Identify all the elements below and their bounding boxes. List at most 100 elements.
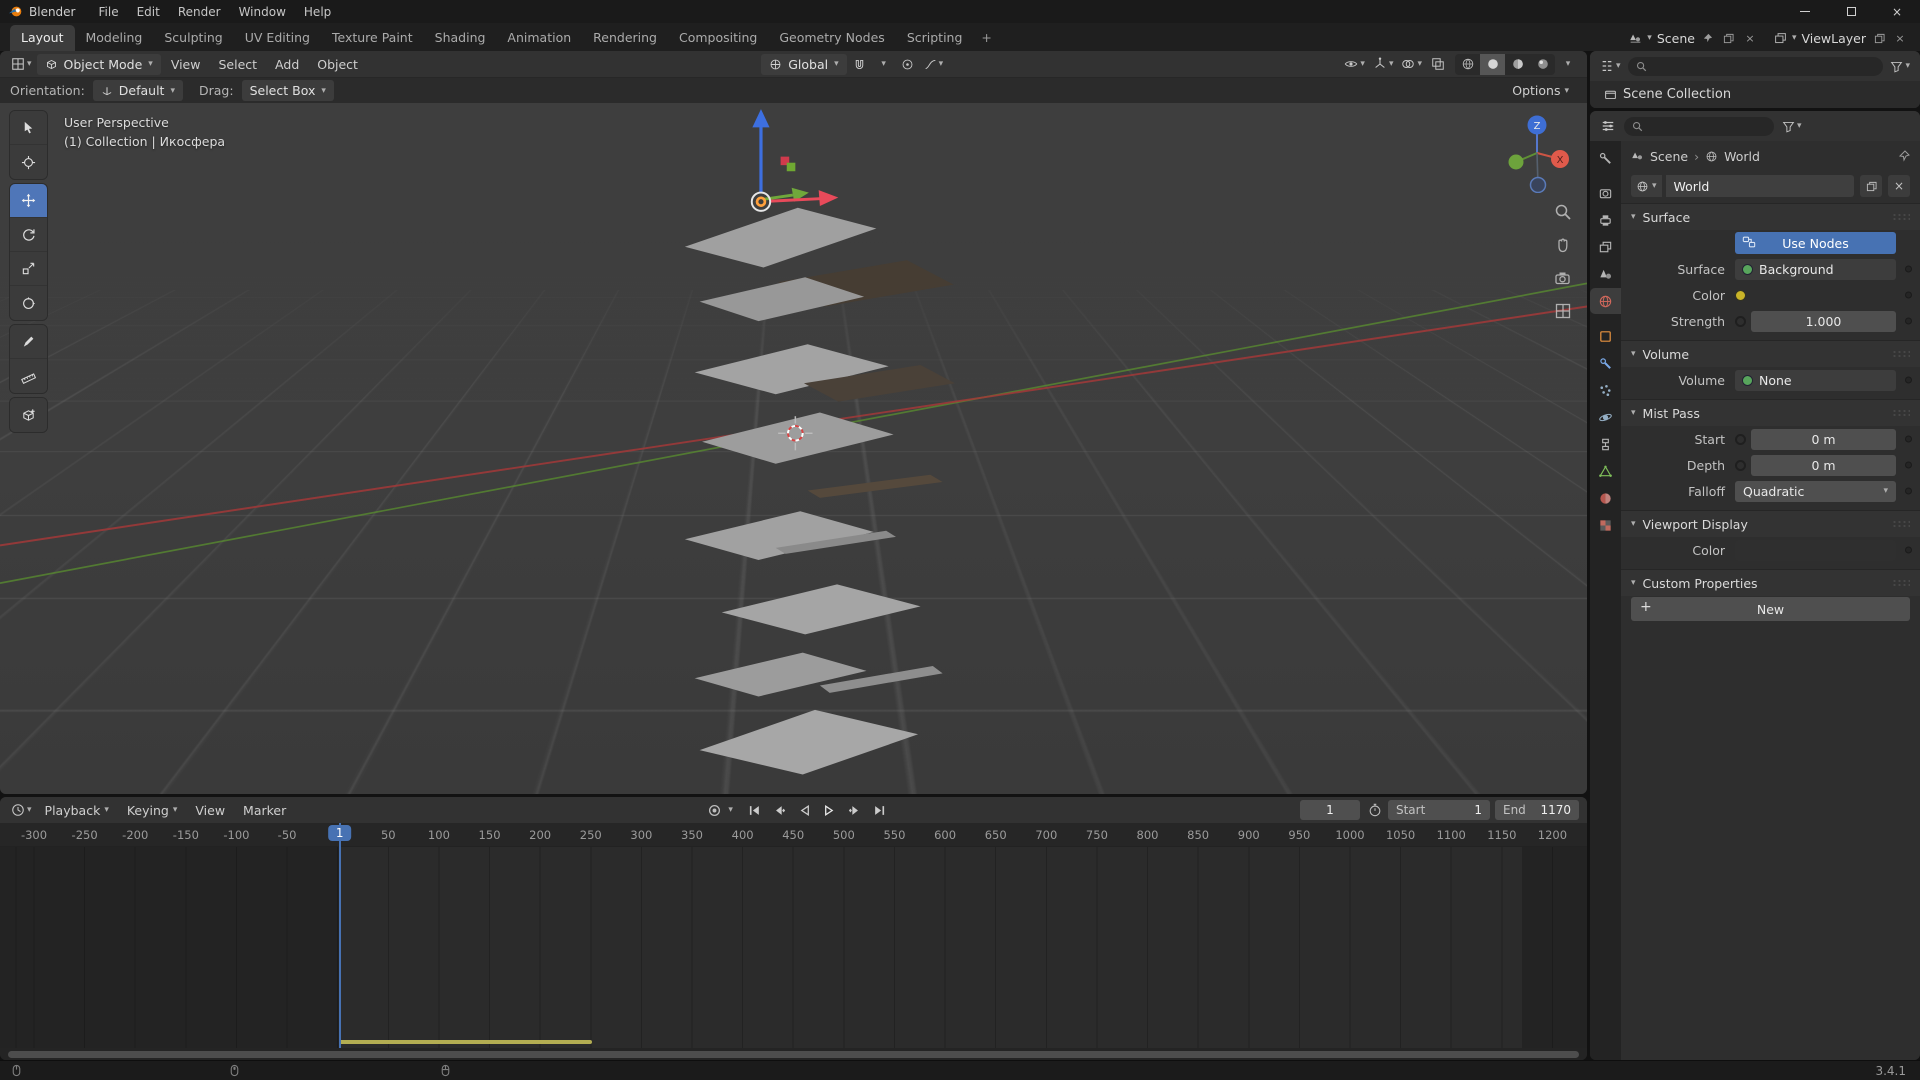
frame-end-field[interactable]: End1170 xyxy=(1495,800,1579,820)
maximize-button[interactable] xyxy=(1828,0,1874,23)
properties-tab-tool[interactable] xyxy=(1590,145,1621,171)
drag-setting-dropdown[interactable]: Select Box ▾ xyxy=(242,80,334,101)
editor-type-button[interactable] xyxy=(1597,116,1619,137)
viewport-canvas[interactable]: User Perspective (1) Collection | Икосфе… xyxy=(0,103,1587,794)
properties-tab-object-data[interactable] xyxy=(1590,458,1621,484)
volume-panel-header[interactable]: ▾ Volume xyxy=(1621,341,1920,367)
remove-view-layer-button[interactable]: × xyxy=(1892,30,1908,46)
timeline-menu-item[interactable]: Playback▾ xyxy=(37,800,117,821)
ortho-grid-icon[interactable] xyxy=(1554,302,1572,320)
add-custom-property-button[interactable]: + New xyxy=(1631,597,1910,621)
properties-tab-output[interactable] xyxy=(1590,207,1621,233)
camera-view-icon[interactable] xyxy=(1554,269,1572,287)
tool-transform[interactable] xyxy=(10,286,47,320)
workspace-tab[interactable]: Compositing xyxy=(668,25,768,51)
plane-object[interactable] xyxy=(685,511,874,560)
browse-world-button[interactable]: ▾ xyxy=(1631,175,1662,197)
plane-object[interactable] xyxy=(685,208,876,268)
properties-tab-scene[interactable] xyxy=(1590,261,1621,287)
workspace-tab[interactable]: Sculpting xyxy=(153,25,233,51)
workspace-tab[interactable]: Shading xyxy=(424,25,497,51)
play-reverse-button[interactable] xyxy=(794,800,816,820)
viewport-menu-item[interactable]: Select xyxy=(210,54,265,75)
frame-start-field[interactable]: Start1 xyxy=(1388,800,1490,820)
tool-annotate[interactable] xyxy=(10,325,47,359)
shading-wireframe-button[interactable] xyxy=(1455,54,1480,75)
use-nodes-button[interactable]: Use Nodes xyxy=(1735,232,1896,254)
editor-type-button[interactable]: ▾ xyxy=(8,800,35,821)
gizmos-dropdown[interactable]: ▾ xyxy=(1370,54,1397,75)
prev-keyframe-button[interactable] xyxy=(769,800,791,820)
timeline-menu-item[interactable]: Marker xyxy=(235,800,294,821)
breadcrumb-scene[interactable]: Scene xyxy=(1650,149,1688,164)
next-keyframe-button[interactable] xyxy=(844,800,866,820)
mode-dropdown[interactable]: Object Mode ▾ xyxy=(37,54,161,75)
pin-scene-button[interactable] xyxy=(1700,30,1716,46)
breadcrumb-world[interactable]: World xyxy=(1724,149,1760,164)
editor-type-button[interactable]: ▾ xyxy=(1597,56,1624,77)
world-name-field[interactable]: World xyxy=(1666,175,1854,197)
volume-shader-field[interactable]: None xyxy=(1735,370,1896,391)
tool-select-box[interactable] xyxy=(10,111,47,145)
workspace-tab[interactable]: Geometry Nodes xyxy=(768,25,895,51)
xray-toggle[interactable] xyxy=(1427,54,1449,75)
current-frame-field[interactable]: 1 xyxy=(1300,800,1360,820)
delete-scene-button[interactable]: × xyxy=(1742,30,1758,46)
animate-property-dot[interactable] xyxy=(1905,462,1912,469)
auto-keying-toggle[interactable] xyxy=(703,800,725,820)
viewport-menu-item[interactable]: Add xyxy=(267,54,307,75)
playhead[interactable]: 1 xyxy=(339,823,341,1048)
add-workspace-button[interactable]: + xyxy=(973,25,999,51)
snap-dropdown[interactable]: ▾ xyxy=(873,54,895,75)
mist-depth-field[interactable]: 0 m xyxy=(1751,455,1896,476)
proportional-editing-toggle[interactable] xyxy=(897,54,919,75)
animate-property-dot[interactable] xyxy=(1905,292,1912,299)
snap-toggle[interactable] xyxy=(849,54,871,75)
plane-object[interactable] xyxy=(722,584,921,634)
properties-tab-texture[interactable] xyxy=(1590,512,1621,538)
gizmo-x-arrowhead[interactable] xyxy=(819,190,839,206)
menubar-item[interactable]: Edit xyxy=(128,2,169,22)
timeline-dopesheet[interactable] xyxy=(0,847,1587,1048)
properties-search-input[interactable] xyxy=(1624,117,1774,136)
transform-orientation-dropdown[interactable]: Global ▾ xyxy=(761,54,846,75)
animate-property-dot[interactable] xyxy=(1905,488,1912,495)
unlink-world-button[interactable]: × xyxy=(1888,175,1910,197)
properties-tab-object[interactable] xyxy=(1590,323,1621,349)
gizmo-minus-z-dot[interactable] xyxy=(1531,178,1546,193)
menubar-item[interactable]: Window xyxy=(230,2,295,22)
gizmo-x-arrow[interactable] xyxy=(771,199,820,201)
overlays-dropdown[interactable]: ▾ xyxy=(1398,54,1425,75)
viewport-display-panel-header[interactable]: ▾ Viewport Display xyxy=(1621,511,1920,537)
orientation-setting-dropdown[interactable]: Default ▾ xyxy=(93,80,183,101)
tool-add-cube[interactable] xyxy=(10,398,47,432)
gizmo-y-axis-dot[interactable] xyxy=(1509,155,1524,170)
shading-dropdown[interactable]: ▾ xyxy=(1557,54,1579,75)
viewport-menu-item[interactable]: View xyxy=(163,54,209,75)
keyframe-range-strip[interactable] xyxy=(339,1040,592,1044)
workspace-tab[interactable]: Texture Paint xyxy=(321,25,424,51)
close-button[interactable]: × xyxy=(1874,0,1920,23)
play-button[interactable] xyxy=(819,800,841,820)
navigation-gizmo[interactable]: Z X xyxy=(1495,109,1579,193)
gizmo-plane-handle-y[interactable] xyxy=(787,163,796,172)
proportional-falloff-dropdown[interactable]: ▾ xyxy=(921,54,947,75)
properties-filter-button[interactable]: ▾ xyxy=(1779,116,1805,137)
workspace-tab[interactable]: UV Editing xyxy=(234,25,321,51)
menubar-item[interactable]: Render xyxy=(169,2,230,22)
plane-object[interactable] xyxy=(700,710,918,775)
animate-property-dot[interactable] xyxy=(1905,318,1912,325)
properties-tab-particles[interactable] xyxy=(1590,377,1621,403)
object-visibility-dropdown[interactable]: ▾ xyxy=(1341,54,1368,75)
tool-scale[interactable] xyxy=(10,252,47,286)
workspace-tab[interactable]: Rendering xyxy=(582,25,668,51)
properties-tab-material[interactable] xyxy=(1590,485,1621,511)
properties-tab-modifiers[interactable] xyxy=(1590,350,1621,376)
surface-panel-header[interactable]: ▾ Surface xyxy=(1621,204,1920,230)
properties-tab-render[interactable] xyxy=(1590,180,1621,206)
tool-cursor[interactable] xyxy=(10,145,47,179)
workspace-tab[interactable]: Animation xyxy=(496,25,582,51)
workspace-tab[interactable]: Layout xyxy=(10,25,75,51)
new-view-layer-button[interactable] xyxy=(1871,30,1887,46)
new-world-datablock-button[interactable] xyxy=(1860,175,1882,197)
